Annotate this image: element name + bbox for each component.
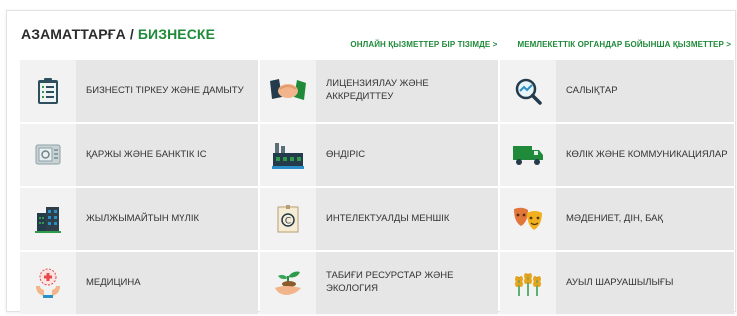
clipboard-icon (38, 78, 58, 104)
category-label: ӨНДІРІС (316, 124, 498, 186)
category-grid: БИЗНЕСТІ ТІРКЕУ ЖӘНЕ ДАМЫТУ ЛИЦЕНЗИЯЛАУ … (20, 60, 734, 314)
category-label: АУЫЛ ШАРУАШЫЛЫҒЫ (556, 252, 734, 314)
category-transport[interactable]: КӨЛІК ЖӘНЕ КОММУНИКАЦИЯЛАР (500, 124, 734, 186)
category-taxes[interactable]: САЛЫҚТАР (500, 60, 734, 122)
theater-masks-icon (514, 207, 542, 230)
category-label: ЖЫЛЖЫМАЙТЫН МҮЛІК (76, 188, 258, 250)
category-label: ТАБИҒИ РЕСУРСТАР ЖӘНЕ ЭКОЛОГИЯ (316, 252, 498, 314)
plant-hand-icon (275, 271, 301, 295)
category-label: ҚАРЖЫ ЖӘНЕ БАНКТІК ІС (76, 124, 258, 186)
title-citizens[interactable]: АЗАМАТТАРҒА / (21, 26, 134, 42)
category-licensing[interactable]: ЛИЦЕНЗИЯЛАУ ЖӘНЕ АККРЕДИТТЕУ (260, 60, 498, 122)
online-services-link[interactable]: ОНЛАЙН ҚЫЗМЕТТЕР БІР ТІЗІМДЕ > (350, 40, 497, 49)
safe-icon (35, 144, 61, 165)
medical-hands-icon (36, 268, 60, 298)
magnifier-chart-icon (515, 78, 542, 105)
wheat-icon (515, 273, 541, 296)
category-label: ЛИЦЕНЗИЯЛАУ ЖӘНЕ АККРЕДИТТЕУ (316, 60, 498, 122)
services-panel: АЗАМАТТАРҒА / БИЗНЕСКЕ ОНЛАЙН ҚЫЗМЕТТЕР … (6, 10, 736, 314)
category-label: МӘДЕНИЕТ, ДІН, БАҚ (556, 188, 734, 250)
category-label: БИЗНЕСТІ ТІРКЕУ ЖӘНЕ ДАМЫТУ (76, 60, 258, 122)
category-label: ИНТЕЛЕКТУАЛДЫ МЕНШІК (316, 188, 498, 250)
category-production[interactable]: ӨНДІРІС (260, 124, 498, 186)
gov-services-link[interactable]: МЕМЛЕКЕТТІК ОРГАНДАР БОЙЫНША ҚЫЗМЕТТЕР > (517, 40, 731, 49)
header-links: ОНЛАЙН ҚЫЗМЕТТЕР БІР ТІЗІМДЕ > МЕМЛЕКЕТТ… (350, 40, 731, 49)
category-natural-resources[interactable]: ТАБИҒИ РЕСУРСТАР ЖӘНЕ ЭКОЛОГИЯ (260, 252, 498, 314)
category-culture[interactable]: МӘДЕНИЕТ, ДІН, БАҚ (500, 188, 734, 250)
buildings-icon (35, 207, 61, 233)
truck-icon (513, 146, 543, 165)
title-business[interactable]: БИЗНЕСКЕ (138, 26, 215, 42)
category-medicine[interactable]: МЕДИЦИНА (20, 252, 258, 314)
category-label: КӨЛІК ЖӘНЕ КОММУНИКАЦИЯЛАР (556, 124, 734, 186)
section-title: АЗАМАТТАРҒА / БИЗНЕСКЕ (21, 26, 215, 42)
category-label: САЛЫҚТАР (556, 60, 734, 122)
handshake-icon (270, 79, 306, 100)
category-business-registration[interactable]: БИЗНЕСТІ ТІРКЕУ ЖӘНЕ ДАМЫТУ (20, 60, 258, 122)
category-real-estate[interactable]: ЖЫЛЖЫМАЙТЫН МҮЛІК (20, 188, 258, 250)
category-label: МЕДИЦИНА (76, 252, 258, 314)
category-intellectual-property[interactable]: C ИНТЕЛЕКТУАЛДЫ МЕНШІК (260, 188, 498, 250)
category-agriculture[interactable]: АУЫЛ ШАРУАШЫЛЫҒЫ (500, 252, 734, 314)
factory-icon (272, 143, 304, 169)
svg-text:C: C (285, 217, 291, 227)
copyright-document-icon: C (277, 205, 299, 233)
category-finance-banking[interactable]: ҚАРЖЫ ЖӘНЕ БАНКТІК ІС (20, 124, 258, 186)
